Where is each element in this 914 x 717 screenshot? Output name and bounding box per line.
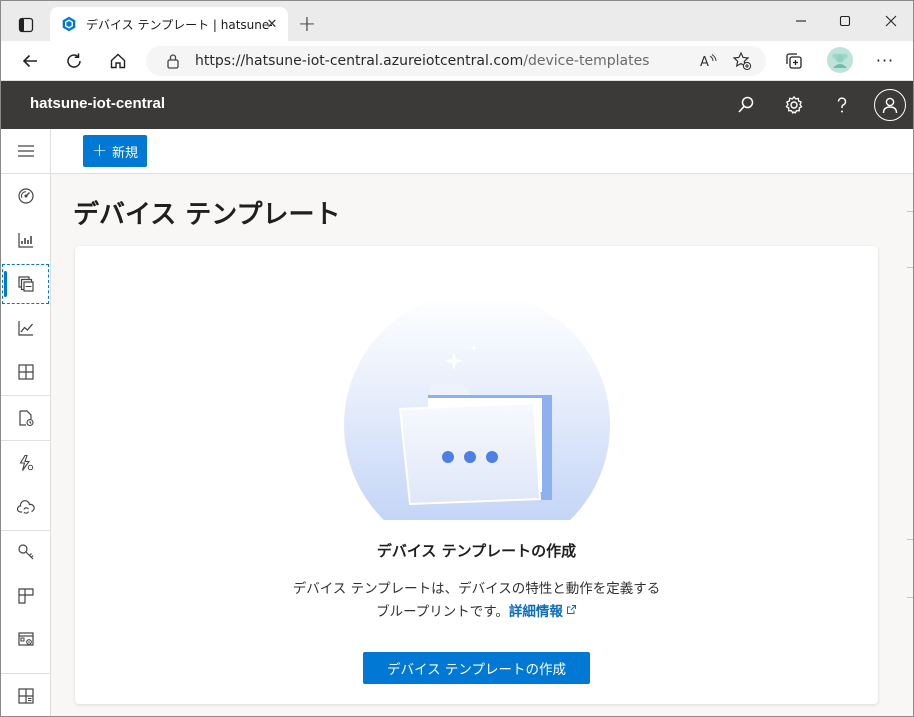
dashboard-icon[interactable] <box>1 175 50 217</box>
menu-icon[interactable] <box>1 130 50 172</box>
scrollbar-tick <box>907 597 913 598</box>
scrollbar-tick <box>907 267 913 268</box>
search-icon[interactable] <box>733 92 759 118</box>
read-aloud-icon[interactable]: A <box>697 50 719 72</box>
browser-tab[interactable]: デバイス テンプレート | hatsune-iot-c ✕ <box>50 7 288 41</box>
devices-icon[interactable] <box>1 219 50 261</box>
tab-strip: デバイス テンプレート | hatsune-iot-c ✕ + <box>1 1 913 41</box>
scrollbar-tick <box>907 211 913 212</box>
left-navigation-rail <box>1 129 51 716</box>
empty-state-card: デバイス テンプレートの作成 デバイス テンプレートは、デバイスの特性と動作を定… <box>75 246 878 704</box>
url-path: /device-templates <box>523 53 650 69</box>
command-bar: + 新規 <box>51 129 913 174</box>
lock-icon[interactable] <box>166 53 180 73</box>
app-header: hatsune-iot-central <box>1 81 913 129</box>
plus-icon: + <box>91 140 108 161</box>
main-content: デバイス テンプレート デバイス テンプレートの作成 デバイス テンプレートは、… <box>51 174 913 716</box>
tab-close-icon[interactable]: ✕ <box>264 16 280 32</box>
browser-profile-avatar[interactable] <box>827 47 853 73</box>
back-icon[interactable] <box>15 47 45 75</box>
minimize-icon[interactable] <box>786 9 816 33</box>
description-line-1: デバイス テンプレートは、デバイスの特性と動作を定義する <box>292 581 661 597</box>
app-name[interactable]: hatsune-iot-central <box>30 95 165 112</box>
jobs-icon[interactable] <box>1 397 50 439</box>
tab-title: デバイス テンプレート | hatsune-iot-c <box>86 17 272 32</box>
iot-central-home-icon[interactable] <box>1 675 50 716</box>
rail-divider <box>1 440 50 441</box>
home-icon[interactable] <box>103 47 133 75</box>
svg-text:A: A <box>700 55 709 69</box>
collections-icon[interactable] <box>779 47 809 75</box>
customization-icon[interactable] <box>1 575 50 617</box>
address-bar[interactable]: https://hatsune-iot-central.azureiotcent… <box>146 46 766 76</box>
rail-divider <box>1 173 50 174</box>
data-export-icon[interactable] <box>1 486 50 528</box>
device-templates-icon[interactable] <box>1 263 50 305</box>
help-icon[interactable] <box>829 92 855 118</box>
url-text[interactable]: https://hatsune-iot-central.azureiotcent… <box>195 53 649 69</box>
empty-state-description: デバイス テンプレートは、デバイスの特性と動作を定義する ブループリントです。詳… <box>75 578 878 623</box>
empty-state-heading: デバイス テンプレートの作成 <box>376 542 577 560</box>
permissions-icon[interactable] <box>1 531 50 573</box>
create-device-template-button[interactable]: デバイス テンプレートの作成 <box>363 652 590 684</box>
new-button-label: 新規 <box>112 145 139 161</box>
description-line-2: ブループリントです。詳細情報 <box>75 600 878 623</box>
device-groups-icon[interactable] <box>1 351 50 393</box>
user-profile-icon[interactable] <box>874 89 906 121</box>
rail-divider <box>1 673 50 674</box>
add-favorite-icon[interactable] <box>731 50 753 72</box>
new-template-button[interactable]: + 新規 <box>83 135 147 167</box>
application-settings-icon[interactable] <box>1 619 50 661</box>
new-tab-icon[interactable]: + <box>295 12 319 37</box>
page-title: デバイス テンプレート <box>73 200 341 230</box>
tab-actions-icon[interactable] <box>11 10 41 40</box>
settings-gear-icon[interactable] <box>781 92 807 118</box>
browser-window: デバイス テンプレート | hatsune-iot-c ✕ + https:/ <box>0 0 914 717</box>
refresh-icon[interactable] <box>59 47 89 75</box>
learn-more-link[interactable]: 詳細情報 <box>509 604 563 620</box>
empty-folder-illustration <box>344 292 610 520</box>
more-options-icon[interactable]: ··· <box>873 48 897 72</box>
rules-icon[interactable] <box>1 442 50 484</box>
window-close-icon[interactable] <box>876 9 906 33</box>
url-host: https://hatsune-iot-central.azureiotcent… <box>195 53 524 69</box>
external-link-icon[interactable] <box>566 600 577 622</box>
maximize-icon[interactable] <box>830 9 860 33</box>
scrollbar-tick <box>907 539 913 540</box>
rail-divider <box>1 395 50 396</box>
browser-toolbar: https://hatsune-iot-central.azureiotcent… <box>1 41 913 81</box>
analytics-icon[interactable] <box>1 307 50 349</box>
description-line-2-text: ブループリントです。 <box>376 604 509 620</box>
iot-central-favicon-icon <box>60 15 78 33</box>
